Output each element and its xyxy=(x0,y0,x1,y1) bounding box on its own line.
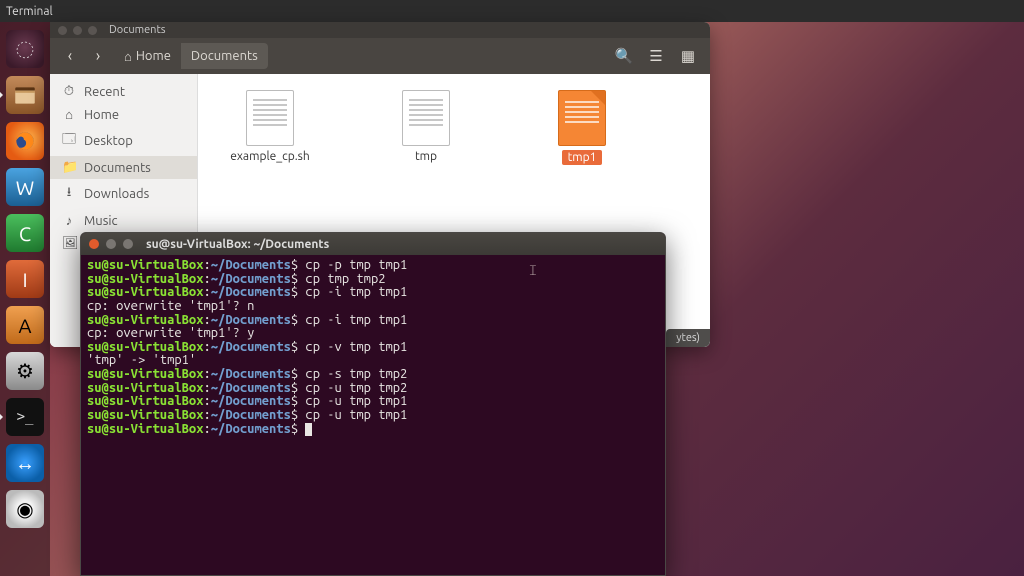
music-icon: ♪ xyxy=(62,213,76,228)
launcher-disc[interactable]: ◉ xyxy=(4,488,46,530)
file-item[interactable]: tmp xyxy=(376,90,476,163)
file-name: example_cp.sh xyxy=(230,150,309,163)
files-titlebar[interactable]: Documents xyxy=(50,22,710,38)
sidebar-item-desktop[interactable]: 🗔 Desktop xyxy=(50,126,197,156)
teamviewer-icon: ↔ xyxy=(6,444,44,482)
file-icon xyxy=(246,90,294,146)
settings-icon: ⚙ xyxy=(6,352,44,390)
top-menubar: Terminal xyxy=(0,0,1024,22)
sidebar-item-music[interactable]: ♪ Music xyxy=(50,209,197,232)
terminal-window: su@su-VirtualBox: ~/Documents su@su-Virt… xyxy=(80,232,666,576)
terminal-icon: >_ xyxy=(6,398,44,436)
breadcrumb-current-label: Documents xyxy=(191,49,258,63)
launcher-settings[interactable]: ⚙ xyxy=(4,350,46,392)
files-window-title: Documents xyxy=(109,24,166,36)
search-button[interactable]: 🔍 xyxy=(610,47,638,65)
breadcrumb-home[interactable]: ⌂ Home xyxy=(114,43,181,69)
grid-icon: ▦ xyxy=(681,47,695,64)
file-name: tmp xyxy=(415,150,437,163)
terminal-body[interactable]: su@su-VirtualBox:~/Documents$ cp -p tmp … xyxy=(81,255,665,575)
sidebar-item-label: Music xyxy=(84,214,118,228)
documents-icon: 📁 xyxy=(62,160,76,175)
breadcrumb-home-label: Home xyxy=(136,49,171,63)
cursor xyxy=(305,423,312,436)
launcher-firefox[interactable] xyxy=(4,120,46,162)
launcher-lo-calc[interactable]: C xyxy=(4,212,46,254)
dash-icon: ◌ xyxy=(6,30,44,68)
sidebar-item-label: Home xyxy=(84,108,119,122)
search-icon: 🔍 xyxy=(615,47,634,64)
downloads-icon: ⭳ xyxy=(62,183,76,205)
file-icon xyxy=(402,90,450,146)
launcher-files[interactable] xyxy=(4,74,46,116)
home-icon: ⌂ xyxy=(62,107,76,122)
lo-writer-icon: W xyxy=(6,168,44,206)
disc-icon: ◉ xyxy=(6,490,44,528)
terminal-title: su@su-VirtualBox: ~/Documents xyxy=(146,238,329,251)
minimize-icon[interactable] xyxy=(73,26,82,35)
close-icon[interactable] xyxy=(58,26,67,35)
sidebar-item-label: Documents xyxy=(84,161,151,175)
unity-launcher: ◌ WCIA ⚙ >_ ↔ ◉ xyxy=(0,22,50,576)
launcher-teamviewer[interactable]: ↔ xyxy=(4,442,46,484)
file-item[interactable]: example_cp.sh xyxy=(220,90,320,163)
active-app-title: Terminal xyxy=(6,5,53,18)
list-icon: ☰ xyxy=(649,47,662,64)
sidebar-item-recent[interactable]: ⏱ Recent xyxy=(50,80,197,103)
breadcrumb-current[interactable]: Documents xyxy=(181,43,268,69)
sidebar-item-label: Desktop xyxy=(84,134,133,148)
launcher-terminal[interactable]: >_ xyxy=(4,396,46,438)
lo-impress-icon: I xyxy=(6,260,44,298)
terminal-titlebar[interactable]: su@su-VirtualBox: ~/Documents xyxy=(81,233,665,255)
view-list-button[interactable]: ☰ xyxy=(642,47,670,65)
sidebar-item-home[interactable]: ⌂ Home xyxy=(50,103,197,126)
status-bar: ytes) xyxy=(666,329,710,347)
files-toolbar: ‹ › ⌂ Home Documents 🔍 ☰ ▦ xyxy=(50,38,710,74)
launcher-dash[interactable]: ◌ xyxy=(4,28,46,70)
view-grid-button[interactable]: ▦ xyxy=(674,47,702,65)
software-icon: A xyxy=(6,306,44,344)
maximize-icon[interactable] xyxy=(88,26,97,35)
maximize-icon[interactable] xyxy=(123,239,133,249)
breadcrumb: ⌂ Home Documents xyxy=(114,43,268,69)
file-item[interactable]: tmp1 xyxy=(532,90,632,165)
launcher-software[interactable]: A xyxy=(4,304,46,346)
lo-calc-icon: C xyxy=(6,214,44,252)
recent-icon: ⏱ xyxy=(62,84,76,99)
launcher-lo-impress[interactable]: I xyxy=(4,258,46,300)
minimize-icon[interactable] xyxy=(106,239,116,249)
file-icon xyxy=(558,90,606,146)
text-cursor-icon: 𝙸 xyxy=(528,262,538,279)
home-icon: ⌂ xyxy=(124,49,132,64)
sidebar-item-downloads[interactable]: ⭳ Downloads xyxy=(50,179,197,209)
sidebar-item-documents[interactable]: 📁 Documents xyxy=(50,156,197,179)
close-icon[interactable] xyxy=(89,239,99,249)
desktop-icon: 🗔 xyxy=(62,130,76,152)
files-icon xyxy=(6,76,44,114)
pictures-icon: 🖼 xyxy=(62,236,76,251)
back-button[interactable]: ‹ xyxy=(58,47,82,65)
firefox-icon xyxy=(6,122,44,160)
launcher-lo-writer[interactable]: W xyxy=(4,166,46,208)
sidebar-item-label: Downloads xyxy=(84,187,149,201)
sidebar-item-label: Recent xyxy=(84,85,125,99)
file-name: tmp1 xyxy=(562,150,603,165)
forward-button[interactable]: › xyxy=(86,47,110,65)
